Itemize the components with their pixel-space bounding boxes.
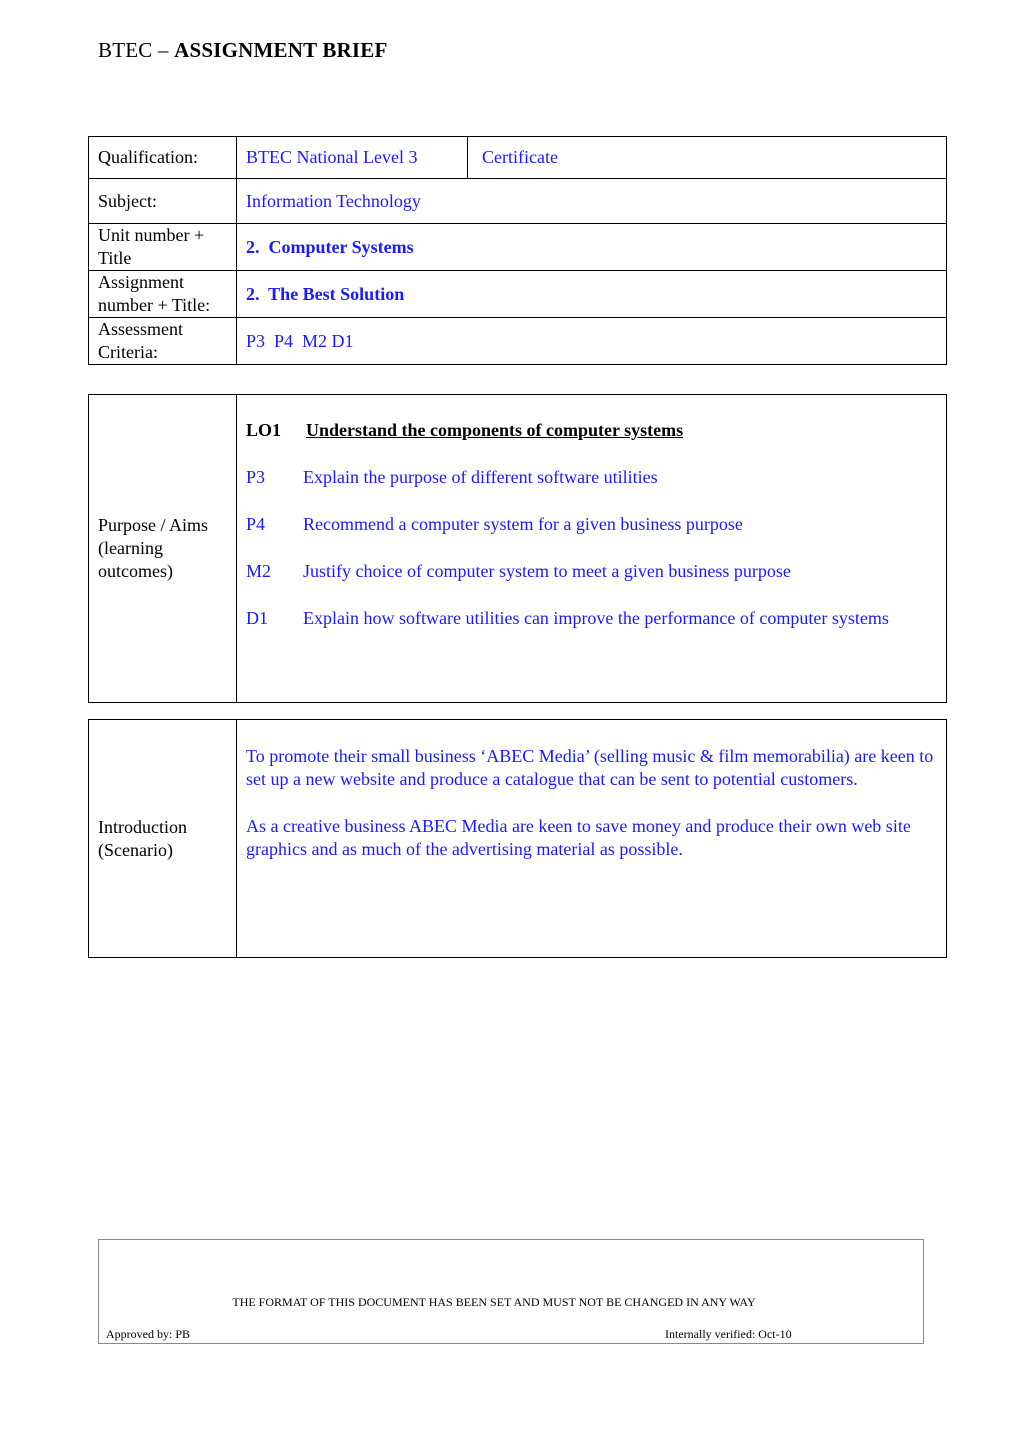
purpose-table: Purpose / Aims (learning outcomes) LO1 Un…	[88, 394, 947, 703]
criterion-item: P3 Explain the purpose of different soft…	[246, 466, 937, 489]
assignment-value: 2. The Best Solution	[236, 270, 947, 318]
subject-value: Information Technology	[236, 178, 947, 224]
introduction-content: To promote their small business ‘ABEC Me…	[236, 719, 947, 958]
criterion-text: Justify choice of computer system to mee…	[303, 561, 791, 581]
lo-text: Understand the components of computer sy…	[306, 420, 684, 440]
title-prefix: BTEC –	[98, 38, 175, 62]
subject-label: Subject:	[88, 178, 237, 224]
criteria-value: P3 P4 M2 D1	[236, 317, 947, 365]
criterion-item: P4 Recommend a computer system for a giv…	[246, 513, 937, 536]
criteria-row: Assessment Criteria: P3 P4 M2 D1	[88, 317, 947, 365]
qualification-label: Qualification:	[88, 136, 237, 179]
purpose-row: Purpose / Aims (learning outcomes) LO1 Un…	[88, 394, 947, 703]
qualification-row: Qualification: BTEC National Level 3 Cer…	[88, 136, 947, 179]
assignment-row: Assignment number + Title: 2. The Best S…	[88, 270, 947, 318]
criterion-item: M2 Justify choice of computer system to …	[246, 560, 937, 583]
assignment-details-table: Qualification: BTEC National Level 3 Cer…	[88, 136, 947, 365]
approved-by: Approved by: PB	[106, 1327, 190, 1341]
title-bold: ASSIGNMENT BRIEF	[174, 38, 388, 62]
learning-outcome: LO1 Understand the components of computer…	[246, 419, 937, 442]
introduction-table: Introduction (Scenario) To promote their…	[88, 719, 947, 958]
criterion-item: D1 Explain how software utilities can im…	[246, 607, 937, 630]
qualification-value: BTEC National Level 3	[236, 136, 468, 179]
unit-value: 2. Computer Systems	[236, 223, 947, 271]
unit-label: Unit number + Title	[88, 223, 237, 271]
purpose-content: LO1 Understand the components of computer…	[236, 394, 947, 703]
lo-code: LO1	[246, 420, 282, 440]
document-footer: THE FORMAT OF THIS DOCUMENT HAS BEEN SET…	[98, 1239, 924, 1344]
scenario-paragraph: To promote their small business ‘ABEC Me…	[246, 746, 934, 789]
scenario-paragraph: As a creative business ABEC Media are ke…	[246, 816, 911, 859]
assignment-label: Assignment number + Title:	[88, 270, 237, 318]
introduction-label: Introduction (Scenario)	[88, 719, 237, 958]
purpose-label: Purpose / Aims (learning outcomes)	[88, 394, 237, 703]
criterion-code: M2	[246, 561, 272, 581]
format-notice: THE FORMAT OF THIS DOCUMENT HAS BEEN SET…	[232, 1295, 756, 1309]
unit-row: Unit number + Title 2. Computer Systems	[88, 223, 947, 271]
internally-verified: Internally verified: Oct-10	[665, 1327, 792, 1341]
subject-row: Subject: Information Technology	[88, 178, 947, 224]
criterion-code: P4	[246, 514, 266, 534]
criterion-code: P3	[246, 467, 266, 487]
document-title: BTEC – ASSIGNMENT BRIEF	[98, 38, 388, 63]
criteria-label: Assessment Criteria:	[88, 317, 237, 365]
criterion-text: Explain how software utilities can impro…	[303, 608, 889, 628]
introduction-row: Introduction (Scenario) To promote their…	[88, 719, 947, 958]
criterion-text: Explain the purpose of different softwar…	[303, 467, 658, 487]
qualification-type: Certificate	[467, 136, 947, 179]
criterion-text: Recommend a computer system for a given …	[303, 514, 743, 534]
criterion-code: D1	[246, 608, 268, 628]
